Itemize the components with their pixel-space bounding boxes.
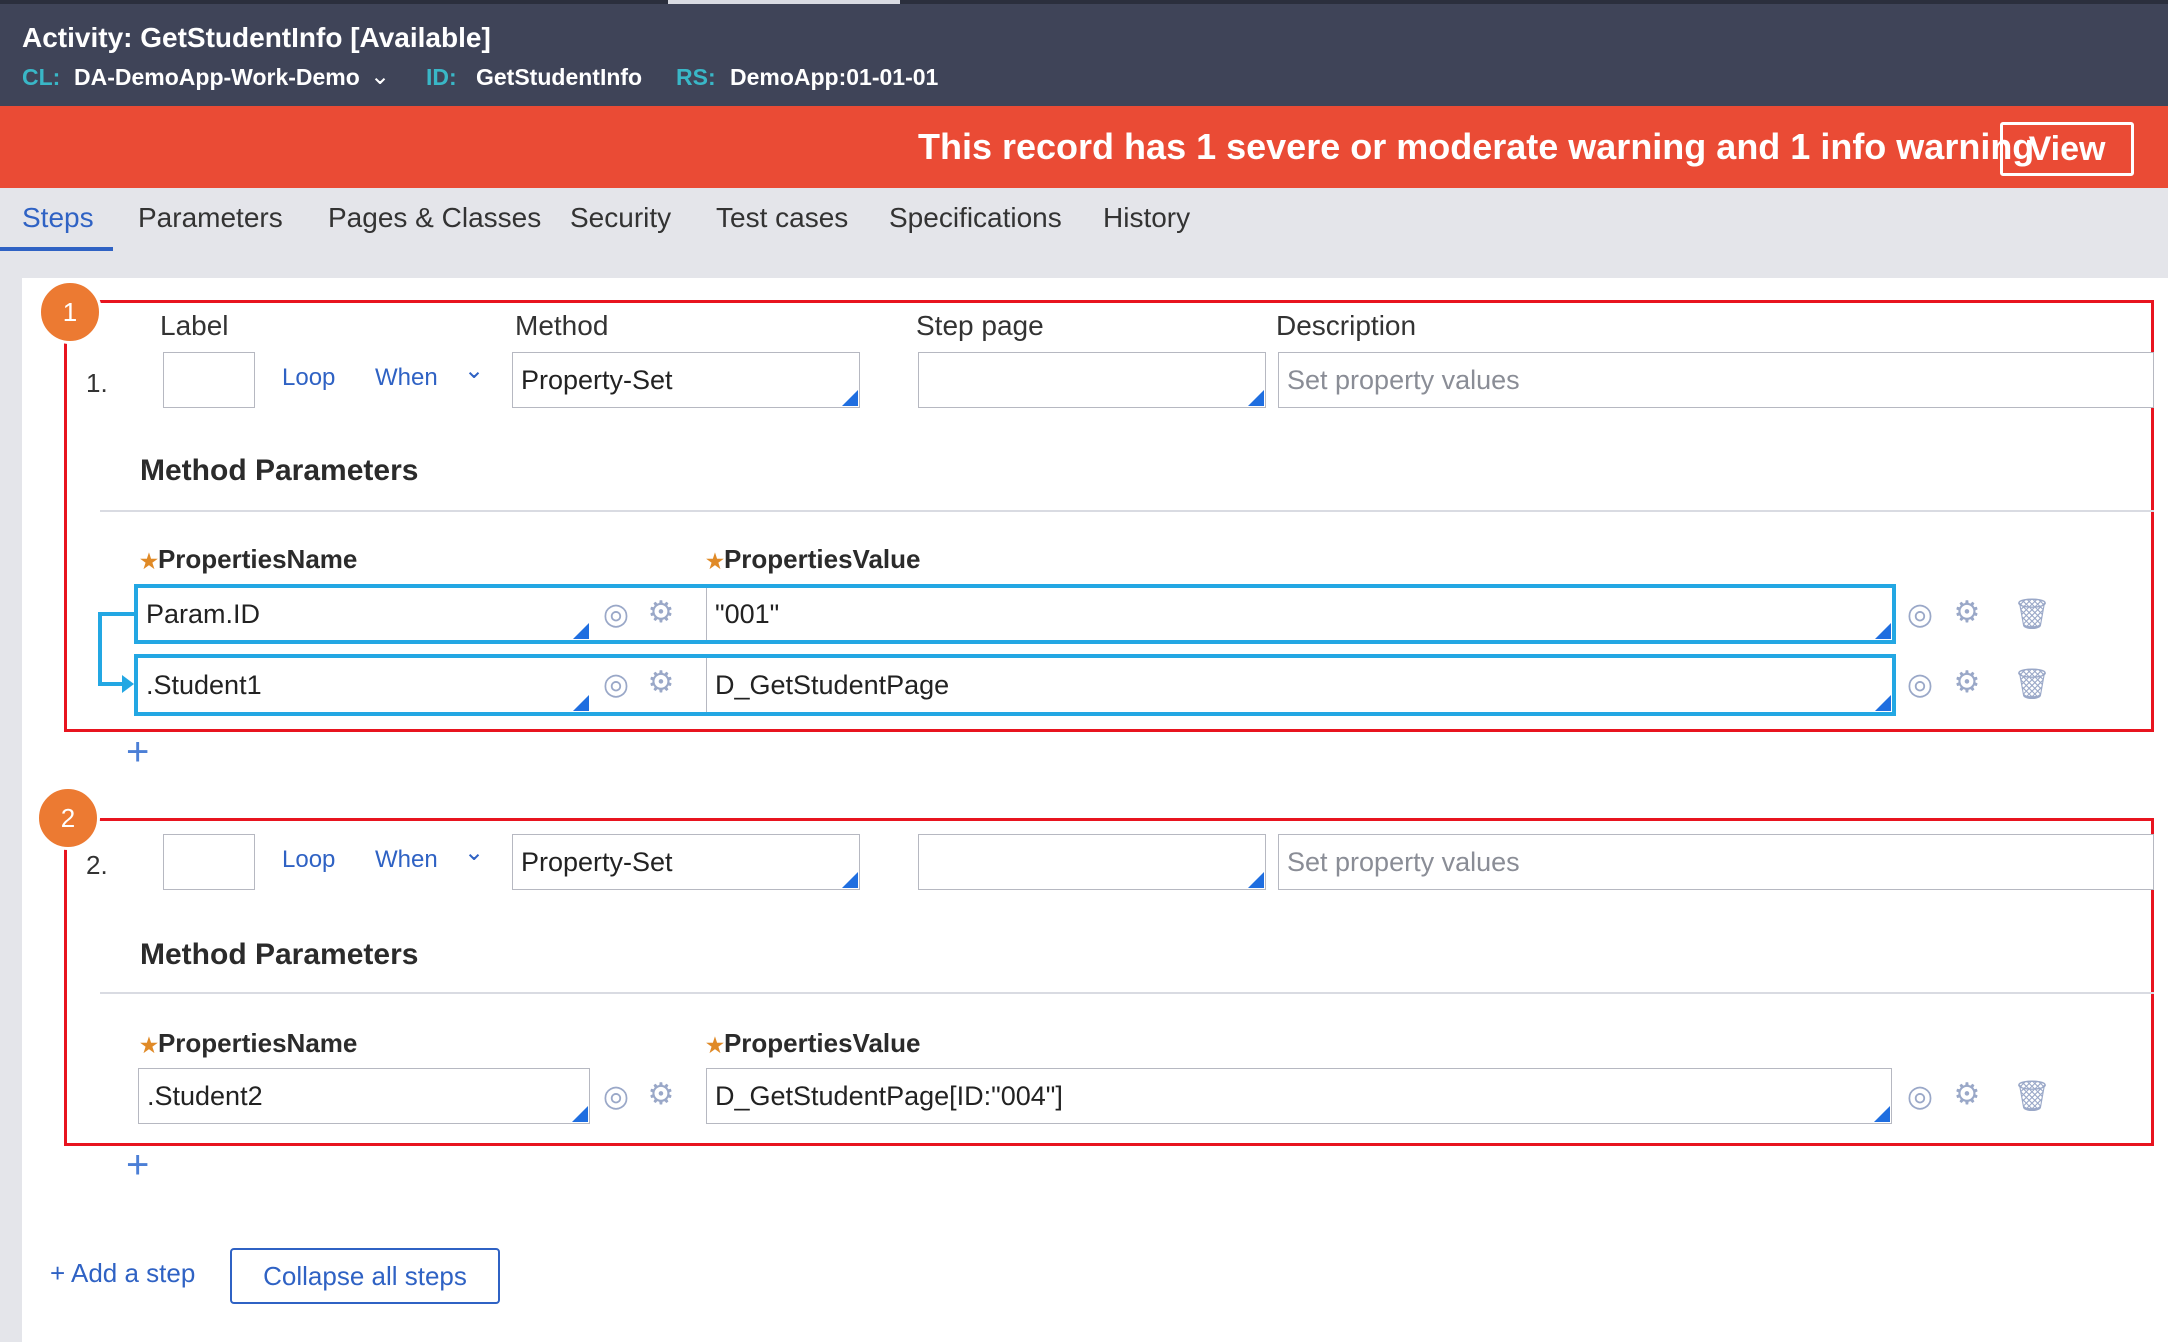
method-input[interactable]: Property-Set: [512, 352, 860, 408]
warning-text: This record has 1 severe or moderate war…: [918, 126, 2035, 167]
method-value: Property-Set: [521, 846, 673, 877]
active-tab-underline: [0, 247, 113, 251]
gear-icon[interactable]: ⚙: [1948, 592, 1986, 632]
target-icon[interactable]: ◎: [598, 664, 634, 704]
method-parameters-title: Method Parameters: [140, 938, 419, 971]
chevron-down-icon[interactable]: ⌄: [370, 62, 390, 91]
properties-value-input[interactable]: D_GetStudentPage[ID:"004"]: [706, 1068, 1892, 1124]
view-warnings-button[interactable]: View: [2000, 122, 2134, 176]
gear-icon[interactable]: ⚙: [1948, 662, 1986, 702]
properties-name-value: Param.ID: [146, 598, 261, 629]
method-value: Property-Set: [521, 364, 673, 395]
gear-icon[interactable]: ⚙: [642, 592, 680, 632]
section-divider: [100, 992, 2154, 994]
properties-name-value: .Student2: [147, 1080, 263, 1111]
gear-icon[interactable]: ⚙: [1948, 1074, 1986, 1114]
trash-icon[interactable]: 🗑: [2013, 664, 2051, 704]
connector-line: [98, 612, 102, 684]
step-page-column-header: Step page: [916, 310, 1044, 341]
target-icon[interactable]: ◎: [598, 594, 634, 634]
connector-line: [100, 612, 136, 616]
target-icon[interactable]: ◎: [1902, 594, 1938, 634]
properties-value-header: ★PropertiesValue: [706, 1028, 921, 1058]
tab-security[interactable]: Security: [570, 202, 671, 234]
label-column-header: Label: [160, 310, 229, 341]
step-label-input[interactable]: [163, 834, 255, 890]
tab-bar: [0, 188, 2168, 278]
method-parameters-title: Method Parameters: [140, 454, 419, 487]
add-step-link[interactable]: + Add a step: [50, 1258, 195, 1289]
plus-icon[interactable]: +: [126, 1143, 149, 1188]
gear-icon[interactable]: ⚙: [642, 662, 680, 702]
when-link[interactable]: When: [375, 846, 438, 874]
loop-link[interactable]: Loop: [282, 364, 335, 392]
properties-name-input[interactable]: .Student1: [138, 658, 590, 712]
target-icon[interactable]: ◎: [1902, 664, 1938, 704]
autocomplete-corner-icon: [842, 390, 858, 406]
autocomplete-corner-icon: [573, 623, 589, 639]
properties-value-input[interactable]: "001": [706, 588, 1892, 640]
method-input[interactable]: Property-Set: [512, 834, 860, 890]
properties-value-value: "001": [715, 598, 780, 629]
tab-pages-classes[interactable]: Pages & Classes: [328, 202, 541, 234]
connector-line: [98, 682, 124, 686]
trash-icon[interactable]: 🗑: [2013, 594, 2051, 634]
properties-value-input[interactable]: D_GetStudentPage: [706, 658, 1892, 712]
tab-parameters[interactable]: Parameters: [138, 202, 283, 234]
description-input[interactable]: Set property values: [1278, 352, 2154, 408]
target-icon[interactable]: ◎: [1902, 1076, 1938, 1116]
description-input[interactable]: Set property values: [1278, 834, 2154, 890]
class-label: CL:: [22, 64, 61, 90]
method-column-header: Method: [515, 310, 609, 341]
ruleset-value: DemoApp:01-01-01: [730, 64, 939, 90]
step-number: 1.: [86, 368, 108, 398]
plus-icon[interactable]: +: [126, 730, 149, 775]
autocomplete-corner-icon: [1248, 390, 1264, 406]
collapse-all-steps-button[interactable]: Collapse all steps: [230, 1248, 500, 1304]
properties-name-value: .Student1: [146, 669, 262, 700]
autocomplete-corner-icon: [573, 695, 589, 711]
properties-name-input[interactable]: .Student2: [138, 1068, 590, 1124]
id-value: GetStudentInfo: [476, 64, 643, 90]
tab-test-cases[interactable]: Test cases: [716, 202, 848, 234]
tab-specifications[interactable]: Specifications: [889, 202, 1062, 234]
chevron-down-icon[interactable]: ⌄: [464, 356, 484, 385]
chevron-down-icon[interactable]: ⌄: [464, 838, 484, 867]
section-divider: [100, 510, 2154, 512]
id-label: ID:: [426, 64, 457, 90]
autocomplete-corner-icon: [1875, 623, 1891, 639]
step-1-badge: 1: [38, 280, 102, 344]
step-2-badge: 2: [36, 786, 100, 850]
ruleset-label: RS:: [676, 64, 716, 90]
autocomplete-corner-icon: [842, 872, 858, 888]
properties-name-input[interactable]: Param.ID: [138, 588, 590, 640]
properties-value-value: D_GetStudentPage[ID:"004"]: [715, 1080, 1063, 1111]
autocomplete-corner-icon: [1248, 872, 1264, 888]
header-tab-marker: [668, 0, 900, 4]
description-column-header: Description: [1276, 310, 1417, 341]
tab-steps[interactable]: Steps: [22, 202, 94, 234]
record-title: Activity: GetStudentInfo [Available]: [22, 22, 491, 53]
step-page-input[interactable]: [918, 352, 1266, 408]
properties-value-header: ★PropertiesValue: [706, 544, 921, 574]
gear-icon[interactable]: ⚙: [642, 1074, 680, 1114]
class-value[interactable]: DA-DemoApp-Work-Demo: [74, 64, 360, 91]
step-label-input[interactable]: [163, 352, 255, 408]
arrow-right-icon: [122, 675, 134, 693]
loop-link[interactable]: Loop: [282, 846, 335, 874]
step-page-input[interactable]: [918, 834, 1266, 890]
target-icon[interactable]: ◎: [598, 1076, 634, 1116]
autocomplete-corner-icon: [572, 1106, 588, 1122]
properties-name-header: ★PropertiesName: [140, 1028, 358, 1058]
when-link[interactable]: When: [375, 364, 438, 392]
properties-name-header: ★PropertiesName: [140, 544, 358, 574]
autocomplete-corner-icon: [1875, 695, 1891, 711]
trash-icon[interactable]: 🗑: [2013, 1076, 2051, 1116]
autocomplete-corner-icon: [1874, 1106, 1890, 1122]
step-number: 2.: [86, 850, 108, 880]
properties-value-value: D_GetStudentPage: [715, 669, 950, 700]
tab-history[interactable]: History: [1103, 202, 1190, 234]
